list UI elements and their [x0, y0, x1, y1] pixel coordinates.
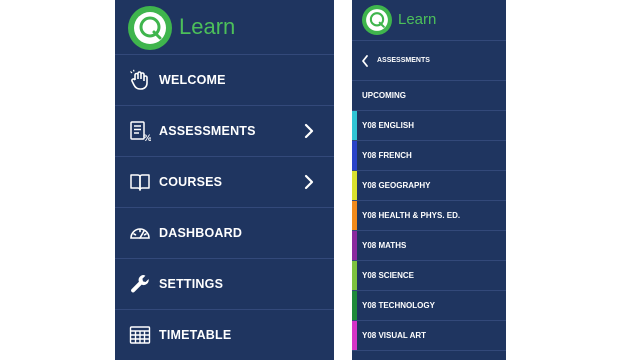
course-item-visual-art[interactable]: Y08 VISUAL ART — [352, 321, 506, 351]
app-header: Learn — [352, 0, 506, 41]
menu-item-label: DASHBOARD — [159, 226, 243, 240]
menu-item-assessments[interactable]: % ASSESSMENTS — [115, 106, 334, 157]
course-item-technology[interactable]: Y08 TECHNOLOGY — [352, 291, 506, 321]
menu-item-label: ASSESSMENTS — [159, 124, 256, 138]
course-color-swatch — [352, 261, 357, 290]
app-header: Learn — [115, 0, 334, 55]
menu-item-courses[interactable]: COURSES — [115, 157, 334, 208]
back-to-main-menu[interactable]: ASSESSMENTS — [352, 41, 506, 81]
calendar-icon — [129, 324, 151, 346]
app-title: Learn — [398, 11, 437, 28]
assessments-icon: % — [129, 120, 151, 142]
chevron-right-icon — [302, 172, 316, 192]
course-color-swatch — [352, 141, 357, 170]
learn-logo-icon — [128, 6, 172, 50]
menu-item-label: WELCOME — [159, 73, 226, 87]
svg-text:%: % — [143, 134, 151, 142]
book-icon — [129, 171, 151, 193]
menu-item-dashboard[interactable]: DASHBOARD — [115, 208, 334, 259]
course-item-science[interactable]: Y08 SCIENCE — [352, 261, 506, 291]
app-title: Learn — [179, 14, 236, 39]
menu-item-timetable[interactable]: TIMETABLE — [115, 310, 334, 360]
course-item-geography[interactable]: Y08 GEOGRAPHY — [352, 171, 506, 201]
assessments-menu-panel: Learn ASSESSMENTS UPCOMING Y08 ENGLISH Y… — [352, 0, 506, 360]
course-item-maths[interactable]: Y08 MATHS — [352, 231, 506, 261]
course-color-swatch — [352, 231, 357, 260]
menu-item-label: COURSES — [159, 175, 223, 189]
menu-item-settings[interactable]: SETTINGS — [115, 259, 334, 310]
hand-wave-icon — [129, 69, 151, 91]
menu-item-label: SETTINGS — [159, 277, 224, 291]
course-label: Y08 TECHNOLOGY — [362, 301, 435, 310]
course-label: Y08 GEOGRAPHY — [362, 181, 431, 190]
course-label: Y08 ENGLISH — [362, 121, 415, 130]
course-item-health-phys-ed[interactable]: Y08 HEALTH & PHYS. ED. — [352, 201, 506, 231]
course-color-swatch — [352, 291, 357, 320]
upcoming-item[interactable]: UPCOMING — [352, 81, 506, 111]
course-color-swatch — [352, 171, 357, 200]
wrench-icon — [129, 273, 151, 295]
course-label: Y08 VISUAL ART — [362, 331, 427, 340]
gauge-icon — [129, 222, 151, 244]
course-list: Y08 ENGLISH Y08 FRENCH Y08 GEOGRAPHY Y08… — [352, 111, 506, 351]
course-item-english[interactable]: Y08 ENGLISH — [352, 111, 506, 141]
course-label: Y08 MATHS — [362, 241, 407, 250]
chevron-right-icon — [302, 121, 316, 141]
submenu-title: ASSESSMENTS — [377, 57, 430, 64]
menu-item-label: TIMETABLE — [159, 328, 232, 342]
course-color-swatch — [352, 111, 357, 140]
upcoming-label: UPCOMING — [362, 91, 406, 100]
course-label: Y08 HEALTH & PHYS. ED. — [362, 211, 461, 220]
course-item-french[interactable]: Y08 FRENCH — [352, 141, 506, 171]
course-label: Y08 FRENCH — [362, 151, 412, 160]
learn-logo-icon — [362, 5, 392, 35]
chevron-left-icon[interactable] — [360, 54, 370, 68]
main-menu-panel: Learn WELCOME % ASSESSMENTS — [115, 0, 334, 360]
course-color-swatch — [352, 201, 357, 230]
course-label: Y08 SCIENCE — [362, 271, 415, 280]
course-color-swatch — [352, 321, 357, 350]
menu-item-welcome[interactable]: WELCOME — [115, 55, 334, 106]
